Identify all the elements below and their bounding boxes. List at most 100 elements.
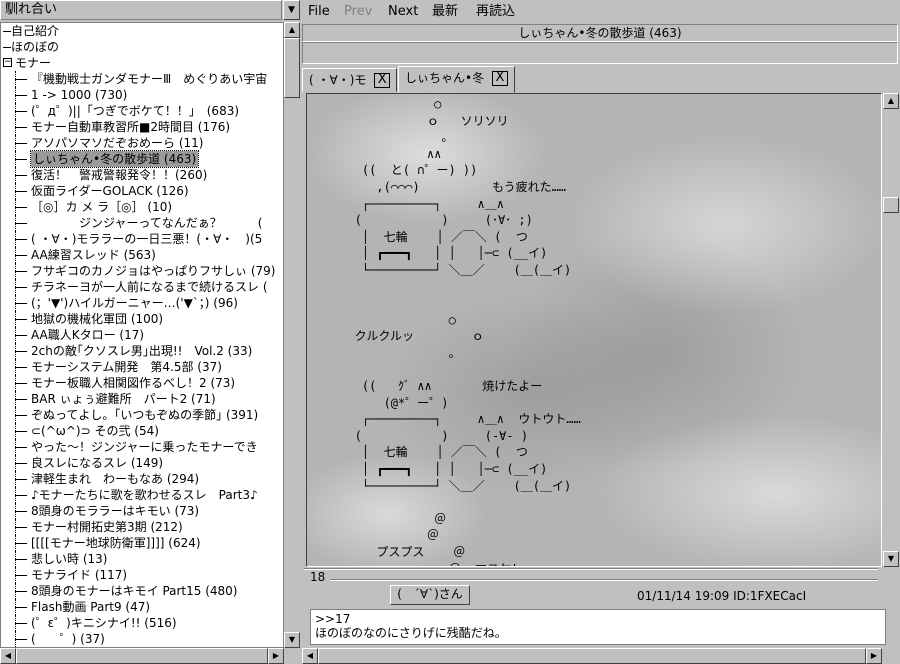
tree-branch-line: [15, 423, 29, 439]
tree-horizontal-scrollbar[interactable]: ◀ ▶: [0, 648, 284, 664]
reply-anchor-link[interactable]: >>17: [315, 612, 881, 626]
thread-list-item[interactable]: 地獄の機械化軍団 (100): [1, 311, 283, 327]
thread-title-label: ぞぬってよし。｢いつもぞぬの季節｣ (391): [31, 408, 259, 422]
thread-title-label: 津軽生まれ わーもなあ (294): [31, 472, 200, 486]
thread-list-item[interactable]: モナー板職人相関図作るべし！2 (73): [1, 375, 283, 391]
thread-title-label: 悲しい時 (13): [31, 552, 108, 566]
scroll-left-icon[interactable]: ◀: [302, 648, 318, 664]
thread-title-label: 復活！ 警戒警報発令！！(260): [31, 168, 208, 182]
tree-item-jikoshoukai[interactable]: 自己紹介: [1, 23, 283, 39]
menu-file[interactable]: File: [308, 4, 330, 20]
thread-title-label: ［◎］カ メ ラ［◎］ (10): [31, 200, 173, 214]
scroll-right-icon[interactable]: ▶: [268, 648, 284, 664]
menu-prev[interactable]: Prev: [344, 4, 372, 20]
menu-reload[interactable]: 再読込: [476, 4, 515, 20]
thread-list-item[interactable]: ♪モナーたちに歌を歌わせるスレ Part3♪: [1, 487, 283, 503]
thread-title-label: モナー自動車教習所■2時間目 (176): [31, 120, 231, 134]
thread-list-item[interactable]: モナー自動車教習所■2時間目 (176): [1, 119, 283, 135]
thread-list-item[interactable]: モナライド (117): [1, 567, 283, 583]
thread-list-item[interactable]: モナー村開拓史第3期 (212): [1, 519, 283, 535]
tree-group-mona[interactable]: − モナー: [1, 55, 283, 71]
menu-latest[interactable]: 最新: [432, 4, 458, 20]
post-text: ほのぼのなのにさりげに残酷だね。: [315, 626, 507, 640]
poster-name-button[interactable]: ( ´∀`)さん: [390, 585, 470, 605]
thread-list-item[interactable]: 悲しい時 (13): [1, 551, 283, 567]
tree-item-honobono[interactable]: ほのぼの: [1, 39, 283, 55]
thread-list-item[interactable]: ［◎］カ メ ラ［◎］ (10): [1, 199, 283, 215]
tree-branch-line: [15, 359, 29, 375]
thread-vertical-scrollbar[interactable]: ▲ ▼: [883, 93, 899, 567]
scroll-down-icon[interactable]: ▼: [284, 632, 300, 648]
thread-title-label: 良スレになるスレ (149): [31, 456, 164, 470]
thread-title-label: BAR ぃょぅ避難所 パート2 (71): [31, 392, 216, 406]
tree-branch-line: [15, 295, 29, 311]
thread-list-item[interactable]: (；'▼')ハイルガーニャー…('▼`；) (96): [1, 295, 283, 311]
tab-moraa[interactable]: ( ・∀・)モ X: [302, 68, 398, 92]
tree-branch-line: [15, 199, 29, 215]
thread-list-item[interactable]: (゜д゜)||「つぎでボケて！！」 (683): [1, 103, 283, 119]
thread-list-item[interactable]: 8頭身のモララーはキモい (73): [1, 503, 283, 519]
board-selector[interactable]: 馴れ合い: [0, 0, 282, 20]
menu-next[interactable]: Next: [388, 4, 418, 20]
thread-list-item[interactable]: 1 -> 1000 (730): [1, 87, 283, 103]
scroll-thumb[interactable]: [318, 648, 866, 664]
thread-list-item[interactable]: やった～！ジンジャーに乗ったモナーでき: [1, 439, 283, 455]
thread-list-item[interactable]: BAR ぃょぅ避難所 パート2 (71): [1, 391, 283, 407]
scroll-down-icon[interactable]: ▼: [883, 551, 899, 567]
thread-list-item[interactable]: ( ・∀・)モララーの一日三悪！(・∀・ )(5: [1, 231, 283, 247]
thread-list-item[interactable]: しぃちゃん•冬の散歩道 (463): [1, 150, 283, 168]
thread-list-item[interactable]: 復活！ 警戒警報発令！！(260): [1, 167, 283, 183]
thread-list-item[interactable]: 2chの敵｢クソスレ男｣出現!! Vol.2 (33): [1, 343, 283, 359]
thread-list: 『機動戦士ガンダモナーⅢ めぐりあい宇宙 1 -> 1000 (730) (゜д゜)…: [1, 71, 283, 647]
thread-horizontal-scrollbar[interactable]: ◀ ▶: [302, 648, 882, 664]
board-dropdown-button[interactable]: ▼: [283, 0, 300, 20]
thread-title-label: ♪モナーたちに歌を歌わせるスレ Part3♪: [31, 488, 258, 502]
thread-list-item[interactable]: [[[[モナー地球防衛軍]]]] (624): [1, 535, 283, 551]
thread-list-item[interactable]: 津軽生まれ わーもなあ (294): [1, 471, 283, 487]
tab-label: ( ・∀・)モ: [309, 73, 367, 87]
post-number[interactable]: 18: [310, 570, 325, 584]
thread-list-item[interactable]: モナーシステム開発 第4.5部 (37): [1, 359, 283, 375]
close-icon[interactable]: X: [491, 71, 508, 86]
thread-list-item[interactable]: AA練習スレッド (563): [1, 247, 283, 263]
thread-list-item[interactable]: 8頭身のモナーはキモイ Part15 (480): [1, 583, 283, 599]
thread-list-item[interactable]: フサギコのカノジョはやっぱりフサしぃ (79): [1, 263, 283, 279]
thread-title-label: ジンジャーってなんだぁ？ (: [31, 216, 263, 230]
thread-list-item[interactable]: ぞぬってよし。｢いつもぞぬの季節｣ (391): [1, 407, 283, 423]
thread-list-item[interactable]: アソパソマソだぞおめーら (11): [1, 135, 283, 151]
collapse-icon[interactable]: −: [3, 58, 12, 67]
post-body: >>17 ほのぼのなのにさりげに残酷だね。: [310, 609, 886, 645]
thread-list-item[interactable]: Flash動画 Part9 (47): [1, 599, 283, 615]
scroll-thumb[interactable]: [883, 197, 899, 213]
thread-list-item[interactable]: 仮面ライダーGOLACK (126): [1, 183, 283, 199]
thread-list-item[interactable]: (゜ε゜)キニシナイ!! (516): [1, 615, 283, 631]
thread-list-item[interactable]: ( ゜) (37): [1, 631, 283, 647]
tree-branch-line: [15, 487, 29, 503]
scroll-thumb[interactable]: [16, 648, 268, 664]
thread-list-item[interactable]: AA職人Kタロー (17): [1, 327, 283, 343]
thread-title-label: 8頭身のモナーはキモイ Part15 (480): [31, 584, 238, 598]
tree-branch-line: [15, 311, 29, 327]
tree-vertical-scrollbar[interactable]: ▲ ▼: [284, 22, 300, 648]
thread-title-label: (；'▼')ハイルガーニャー…('▼`；) (96): [31, 296, 238, 310]
scroll-right-icon[interactable]: ▶: [866, 648, 882, 664]
tree-branch-line: [15, 279, 29, 295]
thread-list-item[interactable]: チラネーヨが一人前になるまで続けるスレ (: [1, 279, 283, 295]
tree-branch-line: [15, 455, 29, 471]
tab-shii-chan[interactable]: しぃちゃん•冬 X: [398, 66, 515, 93]
scroll-left-icon[interactable]: ◀: [0, 648, 16, 664]
scroll-thumb[interactable]: [284, 38, 300, 98]
tree-branch-line: [15, 551, 29, 567]
tree-item-label: ほのぼの: [11, 40, 60, 54]
scroll-up-icon[interactable]: ▲: [284, 22, 300, 38]
scroll-up-icon[interactable]: ▲: [883, 93, 899, 109]
thread-list-item[interactable]: 『機動戦士ガンダモナーⅢ めぐりあい宇宙: [1, 71, 283, 87]
thread-list-item[interactable]: 良スレになるスレ (149): [1, 455, 283, 471]
address-field[interactable]: [302, 42, 898, 64]
thread-list-item[interactable]: ジンジャーってなんだぁ？ (: [1, 215, 283, 231]
thread-title-label: モナライド (117): [31, 568, 128, 582]
close-icon[interactable]: X: [374, 73, 391, 88]
thread-list-item[interactable]: ⊂(^ω^)⊃ その弐 (54): [1, 423, 283, 439]
tree-branch-line: [15, 119, 29, 135]
tree-branch-line: [15, 375, 29, 391]
